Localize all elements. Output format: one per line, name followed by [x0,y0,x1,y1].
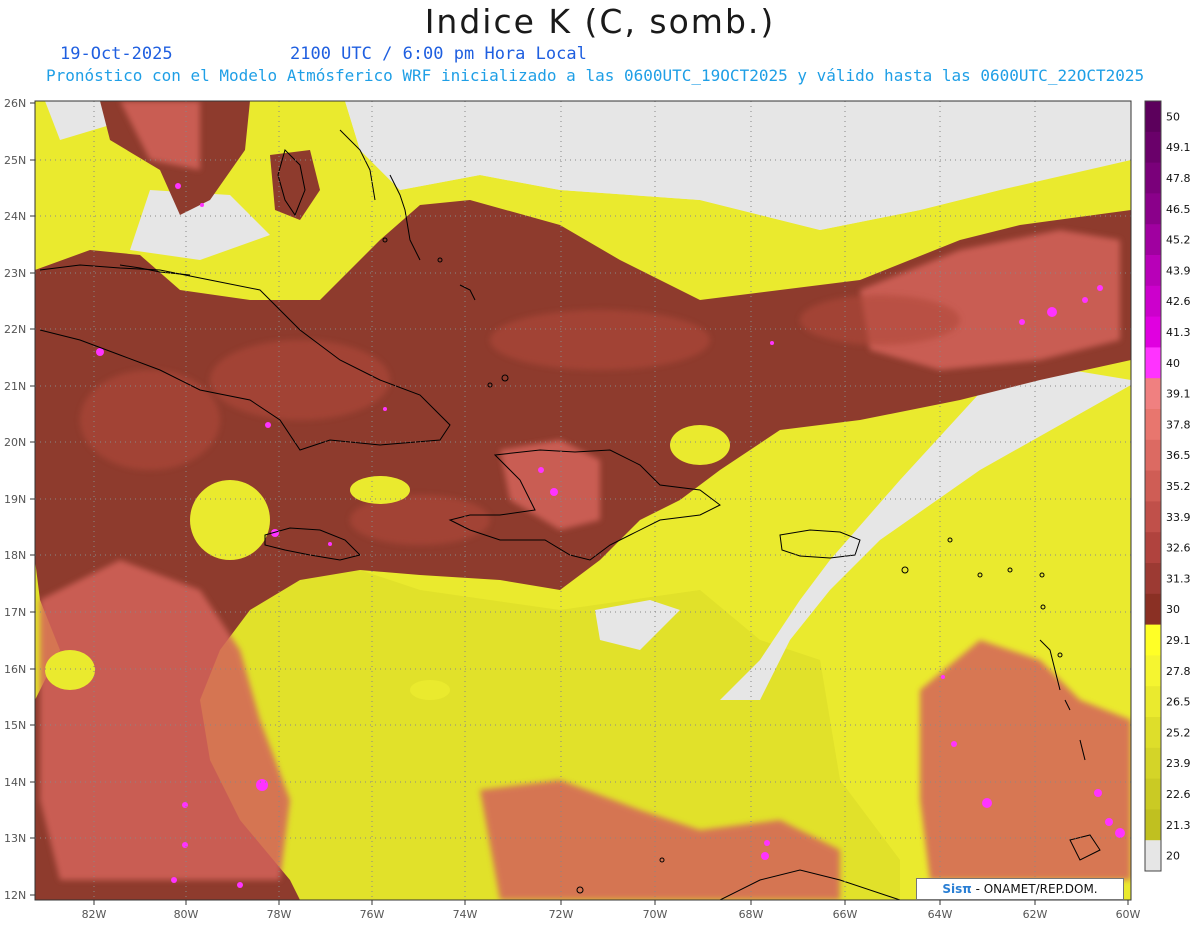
colorbar-label: 45.2 [1166,234,1191,247]
colorbar-swatch [1145,101,1161,133]
colorbar-swatch [1145,624,1161,656]
colorbar-label: 49.1 [1166,141,1191,154]
colorbar-swatch [1145,532,1161,564]
colorbar-label: 29.1 [1166,634,1191,647]
lat-label: 26N [4,97,26,110]
colorbar-label: 22.6 [1166,788,1191,801]
colorbar-label: 25.2 [1166,726,1191,739]
colorbar-swatch [1145,439,1161,472]
credit-box: Sisπ - ONAMET/REP.DOM. [916,878,1124,900]
colorbar-label: 43.9 [1166,264,1191,277]
map-title: Indice K (C, somb.) [424,2,776,41]
lon-label: 70W [643,908,668,921]
colorbar-swatch [1145,809,1161,841]
colorbar-label: 40 [1166,357,1180,370]
colorbar-label: 36.5 [1166,449,1191,462]
colorbar-label: 42.6 [1166,295,1191,308]
lat-label: 21N [4,380,26,393]
colorbar-swatch [1145,593,1161,626]
colorbar-label: 35.2 [1166,480,1191,493]
colorbar-label: 21.3 [1166,819,1191,832]
colorbar-swatch [1145,470,1161,502]
lon-label: 66W [833,908,858,921]
lat-label: 25N [4,154,26,167]
sispi-logo: Sisπ [942,882,972,896]
lon-label: 64W [928,908,953,921]
colorbar-swatch [1145,686,1161,718]
lon-label: 78W [267,908,292,921]
colorbar-swatch [1145,747,1161,780]
longitude-labels: 82W 80W 78W 76W 74W 72W 70W 68W 66W 64W … [82,908,1141,921]
colorbar-swatch [1145,840,1161,872]
lon-label: 62W [1023,908,1048,921]
model-description: Pronóstico con el Modelo Atmósferico WRF… [46,66,1145,85]
lat-label: 19N [4,493,26,506]
colorbar-swatch [1145,316,1161,348]
lat-label: 14N [4,776,26,789]
colorbar-label: 39.1 [1166,388,1191,401]
lat-label: 12N [4,889,26,902]
colorbar-label: 31.3 [1166,572,1191,585]
latitude-labels: 26N 25N 24N 23N 22N 21N 20N 19N 18N 17N … [4,97,26,902]
colorbar-swatch [1145,655,1161,687]
lat-label: 22N [4,323,26,336]
colorbar-label: 32.6 [1166,542,1191,555]
colorbar-label: 23.9 [1166,757,1191,770]
map-figure: 26N 25N 24N 23N 22N 21N 20N 19N 18N 17N … [4,97,1191,921]
colorbar-label: 37.8 [1166,418,1191,431]
credit-text: - ONAMET/REP.DOM. [971,882,1098,896]
colorbar-swatch [1145,162,1161,194]
colorbar-label: 41.3 [1166,326,1191,339]
colorbar-label: 47.8 [1166,172,1191,185]
latitude-ticks [30,102,35,896]
colorbar-swatch [1145,501,1161,533]
lon-label: 72W [549,908,574,921]
colorbar-swatch [1145,255,1161,287]
lat-label: 13N [4,832,26,845]
lat-label: 16N [4,663,26,676]
lat-label: 23N [4,267,26,280]
lon-label: 68W [739,908,764,921]
colorbar-swatch [1145,378,1161,410]
colorbar-label: 33.9 [1166,511,1191,524]
lat-label: 24N [4,210,26,223]
colorbar-label: 20 [1166,850,1180,863]
colorbar-swatch [1145,347,1161,379]
colorbar-label: 50 [1166,110,1180,123]
lon-label: 76W [360,908,385,921]
lat-label: 17N [4,606,26,619]
colorbar-swatch [1145,224,1161,256]
colorbar-label: 46.5 [1166,203,1191,216]
colorbar-swatch [1145,193,1161,225]
lat-label: 15N [4,719,26,732]
forecast-time: 2100 UTC / 6:00 pm Hora Local [290,44,587,64]
field-shading [35,101,1131,900]
colorbar-label: 30 [1166,603,1180,616]
colorbar-swatch [1145,778,1161,810]
lon-label: 80W [174,908,199,921]
colorbar-label: 27.8 [1166,665,1191,678]
lat-label: 20N [4,436,26,449]
lon-label: 82W [82,908,107,921]
lon-label: 60W [1116,908,1141,921]
longitude-ticks [93,900,1129,905]
colorbar-swatch [1145,563,1161,595]
colorbar-swatch [1145,131,1161,164]
lon-label: 74W [453,908,478,921]
colorbar-swatch [1145,285,1161,318]
colorbar-label: 26.5 [1166,696,1191,709]
colorbar: 50 49.1 47.8 46.5 45.2 43.9 42.6 41.3 40 39.1 37.8… [1144,100,1191,872]
colorbar-swatch [1145,409,1161,441]
colorbar-swatch [1145,717,1161,749]
forecast-date: 19-Oct-2025 [60,44,173,64]
lat-label: 18N [4,549,26,562]
